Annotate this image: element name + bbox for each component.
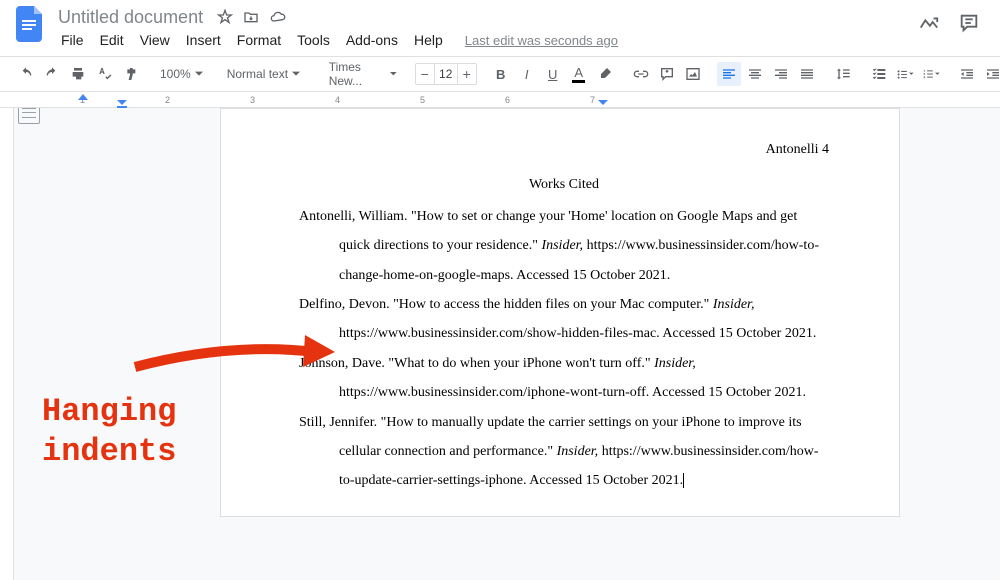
ruler-4: 4 bbox=[335, 95, 340, 105]
bold-button[interactable]: B bbox=[489, 62, 513, 86]
works-cited-title: Works Cited bbox=[299, 170, 829, 199]
menu-tools[interactable]: Tools bbox=[290, 30, 337, 50]
title-area: Untitled document File Edit View Insert … bbox=[54, 6, 918, 52]
underline-button[interactable]: U bbox=[541, 62, 565, 86]
undo-button[interactable] bbox=[14, 62, 38, 86]
menu-help[interactable]: Help bbox=[407, 30, 450, 50]
fontsize-decrease[interactable]: − bbox=[416, 64, 434, 84]
horizontal-ruler: 1 2 3 4 5 6 7 bbox=[0, 92, 1000, 108]
indent-first-line-marker[interactable] bbox=[78, 94, 88, 100]
entry-pub: Insider, bbox=[541, 238, 583, 253]
zoom-value: 100% bbox=[160, 67, 191, 81]
entry-text: Johnson, Dave. "What to do when your iPh… bbox=[299, 356, 654, 371]
fontsize-control: − 12 + bbox=[415, 63, 477, 85]
align-justify-button[interactable] bbox=[795, 62, 819, 86]
citation-entry: Johnson, Dave. "What to do when your iPh… bbox=[299, 349, 829, 408]
menu-edit[interactable]: Edit bbox=[93, 30, 131, 50]
menu-view[interactable]: View bbox=[133, 30, 177, 50]
vertical-ruler bbox=[0, 108, 14, 580]
menu-file[interactable]: File bbox=[54, 30, 91, 50]
ruler-5: 5 bbox=[420, 95, 425, 105]
page-header: Antonelli 4 bbox=[299, 135, 829, 164]
activity-icon[interactable] bbox=[918, 12, 940, 34]
menu-insert[interactable]: Insert bbox=[179, 30, 228, 50]
cloud-icon[interactable] bbox=[269, 9, 287, 25]
font-dropdown[interactable]: Times New... bbox=[323, 62, 403, 86]
font-value: Times New... bbox=[329, 60, 386, 88]
ruler-6: 6 bbox=[505, 95, 510, 105]
annotation-arrow bbox=[130, 327, 340, 377]
indent-right-marker[interactable] bbox=[598, 100, 608, 106]
entry-pub: Insider, bbox=[713, 297, 755, 312]
citation-entry: Still, Jennifer. "How to manually update… bbox=[299, 408, 829, 496]
entry-url: https://www.businessinsider.com/iphone-w… bbox=[339, 385, 806, 400]
fontsize-value[interactable]: 12 bbox=[434, 64, 458, 84]
ruler-7: 7 bbox=[590, 95, 595, 105]
italic-button[interactable]: I bbox=[515, 62, 539, 86]
move-icon[interactable] bbox=[243, 9, 259, 25]
document-page[interactable]: Antonelli 4 Works Cited Antonelli, Willi… bbox=[220, 108, 900, 517]
spellcheck-button[interactable] bbox=[92, 62, 116, 86]
checklist-button[interactable] bbox=[867, 62, 891, 86]
entry-pub: Insider, bbox=[654, 356, 696, 371]
indent-increase-button[interactable] bbox=[981, 62, 1000, 86]
entry-text: Delfino, Devon. "How to access the hidde… bbox=[299, 297, 713, 312]
image-button[interactable] bbox=[681, 62, 705, 86]
indent-hanging-marker[interactable] bbox=[117, 100, 127, 108]
annotation-label: Hanging indents bbox=[42, 392, 176, 472]
document-title[interactable]: Untitled document bbox=[54, 7, 207, 28]
print-button[interactable] bbox=[66, 62, 90, 86]
fontsize-increase[interactable]: + bbox=[458, 64, 476, 84]
align-center-button[interactable] bbox=[743, 62, 767, 86]
ruler-3: 3 bbox=[250, 95, 255, 105]
comment-icon[interactable] bbox=[958, 12, 980, 34]
number-list-button[interactable] bbox=[919, 62, 943, 86]
text-color-button[interactable]: A bbox=[567, 62, 591, 86]
docs-logo[interactable] bbox=[12, 6, 48, 42]
menu-format[interactable]: Format bbox=[230, 30, 288, 50]
style-value: Normal text bbox=[227, 67, 288, 81]
style-dropdown[interactable]: Normal text bbox=[221, 62, 311, 86]
citation-entry: Antonelli, William. "How to set or chang… bbox=[299, 202, 829, 290]
annotation-line2: indents bbox=[42, 432, 176, 472]
align-right-button[interactable] bbox=[769, 62, 793, 86]
text-cursor bbox=[683, 473, 684, 488]
bullet-list-button[interactable] bbox=[893, 62, 917, 86]
star-icon[interactable] bbox=[217, 9, 233, 25]
entry-pub: Insider, bbox=[557, 444, 599, 459]
entry-url: https://www.businessinsider.com/show-hid… bbox=[339, 326, 816, 341]
last-edit-info[interactable]: Last edit was seconds ago bbox=[458, 31, 625, 50]
link-button[interactable] bbox=[629, 62, 653, 86]
menu-addons[interactable]: Add-ons bbox=[339, 30, 405, 50]
indent-decrease-button[interactable] bbox=[955, 62, 979, 86]
toolbar: 100% Normal text Times New... − 12 + B I… bbox=[0, 56, 1000, 92]
zoom-dropdown[interactable]: 100% bbox=[154, 62, 209, 86]
align-left-button[interactable] bbox=[717, 62, 741, 86]
highlight-button[interactable] bbox=[593, 62, 617, 86]
app-header: Untitled document File Edit View Insert … bbox=[0, 0, 1000, 56]
ruler-2: 2 bbox=[165, 95, 170, 105]
comment-button[interactable] bbox=[655, 62, 679, 86]
annotation-line1: Hanging bbox=[42, 392, 176, 432]
canvas-area: 1 2 3 4 5 6 7 Antonelli 4 Works Cited An… bbox=[0, 92, 1000, 580]
paint-format-button[interactable] bbox=[118, 62, 142, 86]
redo-button[interactable] bbox=[40, 62, 64, 86]
citation-entry: Delfino, Devon. "How to access the hidde… bbox=[299, 290, 829, 349]
menu-bar: File Edit View Insert Format Tools Add-o… bbox=[54, 28, 918, 52]
line-spacing-button[interactable] bbox=[831, 62, 855, 86]
